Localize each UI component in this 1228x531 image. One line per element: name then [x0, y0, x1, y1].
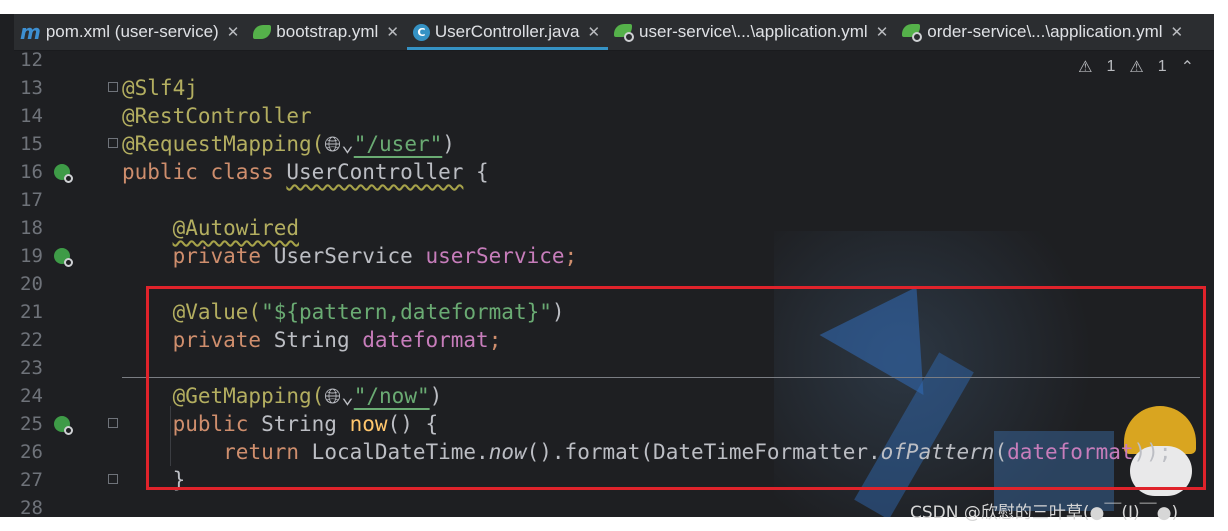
spring-config-icon	[902, 24, 923, 42]
punctuation: ;	[564, 244, 578, 268]
tab-label: bootstrap.yml	[276, 22, 379, 41]
autowired-navigation-icon[interactable]	[54, 248, 73, 267]
line-number: 28	[20, 497, 43, 517]
line-number: 27	[20, 469, 43, 491]
line-number: 20	[20, 273, 43, 295]
fold-marker-icon[interactable]	[108, 474, 118, 484]
type-name: UserService	[273, 244, 426, 268]
tab-bootstrap-yml[interactable]: bootstrap.yml ✕	[247, 14, 407, 50]
maven-icon: m	[20, 20, 41, 44]
spring-bean-icon[interactable]	[54, 164, 73, 183]
tab-order-service-application-yml[interactable]: order-service\...\application.yml ✕	[896, 14, 1191, 50]
highlight-box	[146, 286, 1206, 490]
line-number: 22	[20, 329, 43, 351]
line-number-text: 16	[20, 161, 43, 183]
fold-marker-icon[interactable]	[108, 418, 118, 428]
line-number: 19	[14, 242, 104, 270]
punctuation: )	[442, 132, 455, 156]
tab-pom-xml[interactable]: m pom.xml (user-service) ✕	[14, 14, 247, 50]
annotation: @Slf4j	[122, 76, 198, 100]
class-name: UserController	[286, 160, 464, 184]
code-editor[interactable]: ⚠ 1 ⚠ 1 ⌃ 12 13 14 15 16 17 18 19 20 21 22…	[14, 51, 1214, 517]
close-icon[interactable]: ✕	[587, 23, 600, 41]
line-number: 15	[20, 133, 43, 155]
endpoint-icon[interactable]	[54, 416, 73, 435]
tab-user-service-application-yml[interactable]: user-service\...\application.yml ✕	[608, 14, 896, 50]
java-class-icon: C	[412, 23, 430, 41]
tab-label: UserController.java	[434, 22, 580, 41]
spring-config-icon	[614, 24, 635, 42]
globe-icon[interactable]: 🌐︎⌄	[324, 130, 353, 158]
line-number: 16	[14, 158, 104, 186]
code-line-13: @Slf4j	[122, 74, 1214, 102]
line-number: 23	[20, 357, 43, 379]
code-line-16: public class UserController {	[122, 158, 1214, 186]
line-number-gutter: 12 13 14 15 16 17 18 19 20 21 22 23 24 2…	[14, 51, 104, 517]
line-number: 17	[20, 189, 43, 211]
editor-tab-bar: m pom.xml (user-service) ✕ bootstrap.yml…	[14, 14, 1214, 51]
tab-label: user-service\...\application.yml	[639, 22, 868, 41]
line-number: 18	[20, 217, 43, 239]
line-number: 24	[20, 385, 43, 407]
line-number: 21	[20, 301, 43, 323]
line-number-text: 25	[20, 413, 43, 435]
close-icon[interactable]: ✕	[1171, 23, 1184, 41]
line-number: 25	[14, 410, 104, 438]
line-number-text: 19	[20, 245, 43, 267]
keyword: public class	[122, 160, 287, 184]
tab-label: pom.xml (user-service)	[45, 22, 219, 41]
punctuation: {	[463, 160, 489, 184]
tab-label: order-service\...\application.yml	[927, 22, 1163, 41]
line-number: 13	[20, 77, 43, 99]
annotation: @RestController	[122, 104, 312, 128]
close-icon[interactable]: ✕	[227, 23, 240, 41]
annotation: @RequestMapping(	[122, 132, 325, 156]
code-line-18: @Autowired	[122, 214, 1214, 242]
line-number: 14	[20, 105, 43, 127]
code-line-19: private UserService userService;	[122, 242, 1214, 270]
spring-leaf-icon	[253, 25, 272, 39]
keyword: private	[172, 244, 274, 268]
code-line-14: @RestController	[122, 102, 1214, 130]
string-literal: "/user"	[353, 132, 443, 156]
close-icon[interactable]: ✕	[386, 23, 399, 41]
field-name: userService	[425, 244, 565, 268]
annotation: @Autowired	[172, 216, 300, 240]
right-edge	[1214, 14, 1228, 517]
close-icon[interactable]: ✕	[876, 23, 889, 41]
line-number: 12	[20, 51, 43, 71]
watermark: CSDN @欣慰的三叶草(●￣(I)￣●)	[910, 503, 1179, 523]
code-line-15: @RequestMapping(🌐︎⌄"/user")	[122, 130, 1214, 158]
line-number: 26	[20, 441, 43, 463]
tab-usercontroller-java[interactable]: C UserController.java ✕	[406, 14, 609, 50]
fold-marker-icon[interactable]	[108, 138, 118, 148]
fold-marker-icon[interactable]	[108, 82, 118, 92]
